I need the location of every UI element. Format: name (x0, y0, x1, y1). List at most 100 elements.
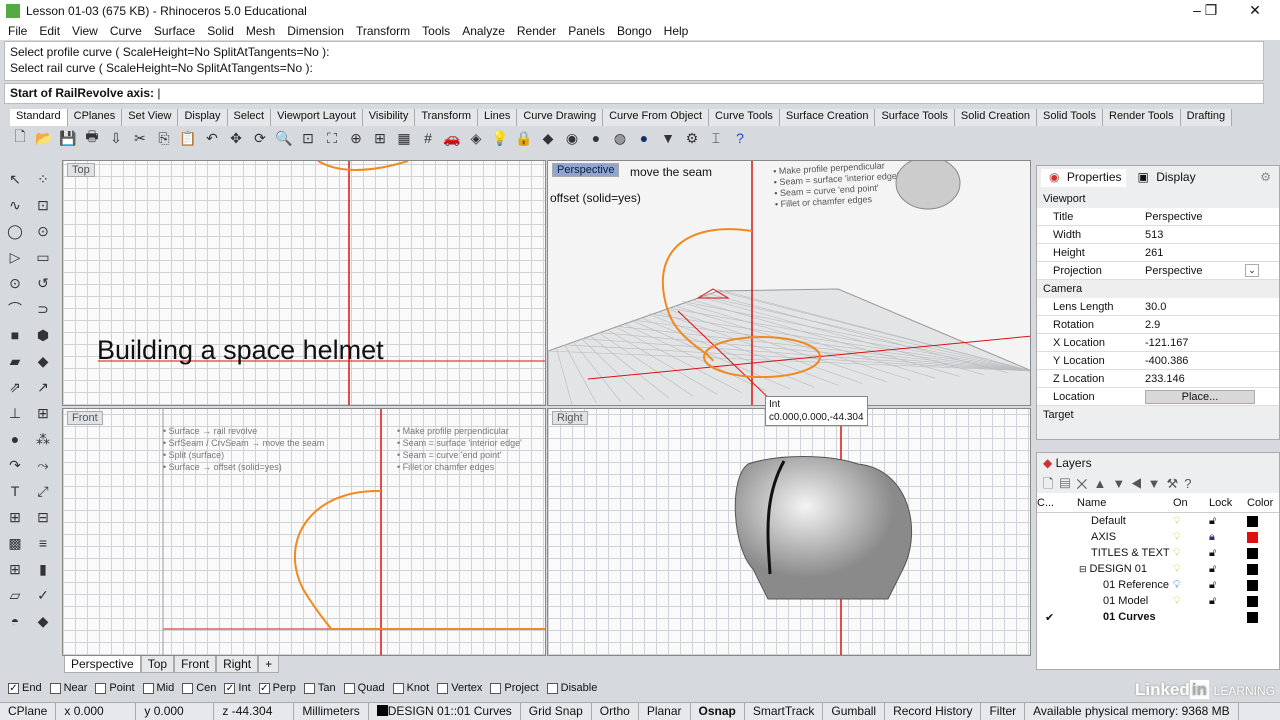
checkbox[interactable]: ✓ (224, 682, 236, 694)
menu-solid[interactable]: Solid (207, 24, 234, 38)
toolbar-tab-render-tools[interactable]: Render Tools (1103, 109, 1181, 126)
osnap-disable[interactable]: Disable (546, 682, 597, 694)
tools-icon[interactable]: ⚒ (1167, 476, 1185, 491)
checkbox[interactable]: ✓ (8, 682, 19, 694)
toolbox-tool-icon[interactable]: ↺ (30, 270, 56, 296)
toolbar-tab-select[interactable]: Select (227, 109, 272, 126)
layer-row[interactable]: 01 Model 💡︎ 🔓︎ (1037, 593, 1279, 609)
menu-mesh[interactable]: Mesh (246, 24, 275, 38)
osnap-mid[interactable]: Mid (142, 682, 174, 694)
move-up-icon[interactable]: ▲ (1094, 476, 1113, 491)
property-value[interactable]: Perspective (1145, 265, 1245, 277)
viewport-perspective[interactable]: Perspective move the seam offset (solid=… (547, 160, 1031, 406)
tab-display[interactable]: ▣ Display (1130, 169, 1200, 187)
viewport-tab-top[interactable]: Top (140, 656, 175, 673)
viewport-label-front[interactable]: Front (67, 411, 103, 425)
osnap-int[interactable]: ✓ Int (224, 682, 251, 694)
osnap-project[interactable]: Project (490, 682, 539, 694)
toggle-ortho[interactable]: Ortho (592, 703, 639, 720)
add-viewport-tab[interactable]: + (258, 656, 280, 673)
lock-open-icon[interactable]: 🔓︎ (1209, 579, 1247, 592)
toolbox-tool-icon[interactable]: ⤢ (30, 478, 56, 504)
osnap-quad[interactable]: Quad (343, 682, 385, 694)
zoom-extents-icon[interactable]: ⛶ (322, 128, 342, 148)
toolbox-tool-icon[interactable]: ▰ (2, 348, 28, 374)
layer-row[interactable]: ✔ 01 Curves (1037, 609, 1279, 625)
gear-group-icon[interactable]: ⚙ (682, 128, 702, 148)
menu-analyze[interactable]: Analyze (462, 24, 505, 38)
menu-bongo[interactable]: Bongo (617, 24, 652, 38)
sphere-shaded-icon[interactable]: ● (586, 128, 606, 148)
toggle-planar[interactable]: Planar (639, 703, 691, 720)
menu-view[interactable]: View (72, 24, 98, 38)
four-viewports-icon[interactable]: ▦ (394, 128, 414, 148)
undo-icon[interactable]: ↶ (202, 128, 222, 148)
current-layer-check[interactable]: ✔ (1037, 611, 1077, 624)
property-value[interactable]: -400.386 (1145, 355, 1279, 367)
rotate-icon[interactable]: ⟳ (250, 128, 270, 148)
toolbox-tool-icon[interactable]: ↷ (2, 452, 28, 478)
toolbox-tool-icon[interactable]: ⊞ (30, 400, 56, 426)
menu-panels[interactable]: Panels (568, 24, 605, 38)
light-bulb-icon[interactable]: 💡︎ (1173, 531, 1209, 544)
toolbox-tool-icon[interactable]: ∿ (2, 192, 28, 218)
viewport-tab-front[interactable]: Front (174, 656, 217, 673)
checkbox[interactable] (546, 682, 558, 694)
collapse-icon[interactable]: ⊟ (1079, 564, 1087, 574)
import-icon[interactable]: ⇩ (106, 128, 126, 148)
cut-icon[interactable]: ✂ (130, 128, 150, 148)
toolbox-tool-icon[interactable]: ⬢ (30, 322, 56, 348)
toolbox-tool-icon[interactable]: ● (2, 426, 28, 452)
col-on[interactable]: On (1173, 497, 1209, 509)
paste-icon[interactable]: 📋 (178, 128, 198, 148)
checkbox[interactable] (142, 682, 154, 694)
menu-edit[interactable]: Edit (39, 24, 60, 38)
layer-name[interactable]: 01 Reference (1077, 579, 1173, 591)
col-current[interactable]: C... (1037, 497, 1077, 509)
osnap-point[interactable]: Point (95, 682, 135, 694)
section-camera[interactable]: Camera (1037, 280, 1279, 298)
toolbox-tool-icon[interactable]: ↖ (2, 166, 28, 192)
save-icon[interactable]: 💾 (58, 128, 78, 148)
toolbox-tool-icon[interactable]: ▷ (2, 244, 28, 270)
dimension-icon[interactable]: ⌶ (706, 128, 726, 148)
toolbox-tool-icon[interactable]: ⊡ (30, 192, 56, 218)
menu-tools[interactable]: Tools (422, 24, 450, 38)
viewport-right[interactable]: Right (547, 408, 1031, 656)
light-cone-icon[interactable]: ▼ (658, 128, 678, 148)
layer-name[interactable]: Default (1077, 515, 1173, 527)
layer-color-swatch[interactable] (1247, 547, 1258, 559)
toolbar-tab-surface-tools[interactable]: Surface Tools (875, 109, 955, 126)
checkbox[interactable] (490, 682, 502, 694)
checkbox[interactable] (95, 682, 107, 694)
toolbox-tool-icon[interactable]: ◆ (30, 348, 56, 374)
car-icon[interactable]: 🚗 (442, 128, 462, 148)
layer-name[interactable]: AXIS (1077, 531, 1173, 543)
toolbox-tool-icon[interactable]: ◆ (30, 608, 56, 634)
toggle-smarttrack[interactable]: SmartTrack (745, 703, 824, 720)
checkbox[interactable] (392, 682, 404, 694)
toolbar-tab-viewport-layout[interactable]: Viewport Layout (271, 109, 363, 126)
osnap-end[interactable]: ✓ End (8, 682, 42, 694)
property-value[interactable]: 261 (1145, 247, 1279, 259)
layer-row[interactable]: AXIS 💡︎ 🔒︎ (1037, 529, 1279, 545)
toolbox-tool-icon[interactable]: ▱ (2, 582, 28, 608)
col-lock[interactable]: Lock (1209, 497, 1247, 509)
menu-transform[interactable]: Transform (356, 24, 410, 38)
new-icon[interactable]: 🗋 (10, 128, 30, 148)
toolbar-tab-surface-creation[interactable]: Surface Creation (779, 109, 876, 126)
layer-icon[interactable]: ◈ (466, 128, 486, 148)
menu-surface[interactable]: Surface (154, 24, 195, 38)
layer-color-swatch[interactable] (1247, 531, 1258, 543)
toolbar-tab-curve-tools[interactable]: Curve Tools (709, 109, 780, 126)
layer-row[interactable]: ⊟ DESIGN 01 💡︎ 🔓︎ (1037, 561, 1279, 577)
property-value[interactable]: 513 (1145, 229, 1279, 241)
toolbar-tab-set-view[interactable]: Set View (122, 109, 179, 126)
sphere-render-icon[interactable]: ● (634, 128, 654, 148)
layer-row[interactable]: Default 💡︎ 🔓︎ (1037, 513, 1279, 529)
toolbar-tab-lines[interactable]: Lines (478, 109, 518, 126)
light-bulb-icon[interactable]: 💡︎ (1173, 595, 1209, 608)
lock-open-icon[interactable]: 🔓︎ (1209, 515, 1247, 528)
toggle-osnap[interactable]: Osnap (691, 703, 745, 720)
toolbox-tool-icon[interactable]: ⁘ (30, 166, 56, 192)
